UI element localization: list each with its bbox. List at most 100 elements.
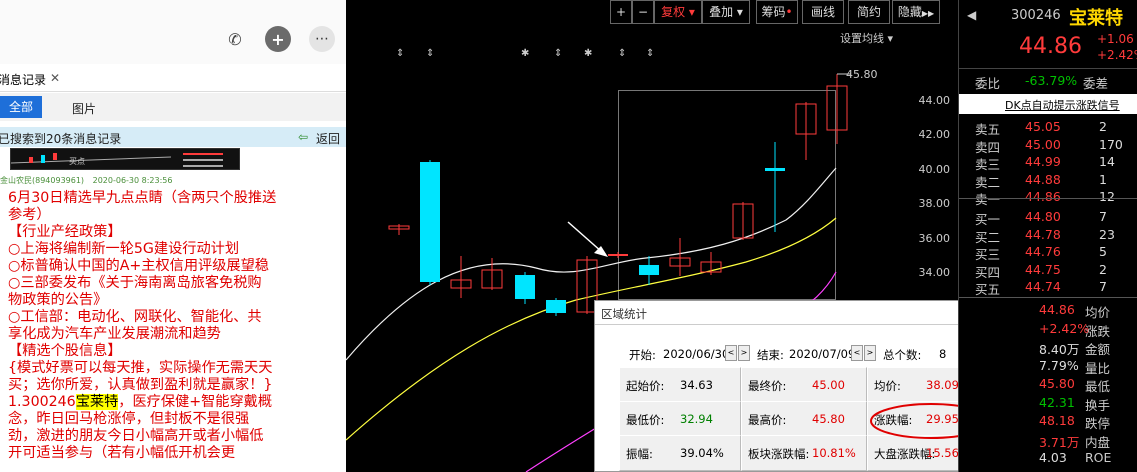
quote-stat-value: 4.03: [1039, 450, 1067, 465]
book-volume: 1: [1099, 171, 1107, 187]
book-volume: 2: [1099, 261, 1107, 277]
candle-4: [481, 258, 503, 290]
end-next-button[interactable]: >: [864, 345, 876, 361]
stock-name: 宝莱特: [1069, 8, 1123, 29]
dk-signal-link[interactable]: DK点自动提示涨跌信号: [1005, 97, 1120, 113]
quote-stat-row: +2.42% 涨跌: [959, 320, 1137, 339]
app-window: ✆ + ⋯ 消息记录 ✕ 全部 图片 已搜索到20条消息记录 ⇦ 返回 买点 金…: [0, 0, 1137, 472]
order-book-row[interactable]: 卖五 45.05 2: [959, 119, 1137, 137]
stat-value: 10.81%: [812, 446, 856, 460]
thumbnail-label: 买点: [69, 157, 85, 166]
start-prev-button[interactable]: <: [725, 345, 737, 361]
book-volume: 7: [1099, 209, 1107, 224]
count-label: 总个数:: [883, 348, 922, 362]
stat-value: 45.80: [812, 412, 845, 426]
message-line: ○上海将编制新一轮5G建设行动计划: [8, 241, 240, 257]
stat-key: 板块涨跌幅:: [748, 447, 810, 461]
dialog-title: 区域统计: [601, 307, 647, 321]
book-label: 买二: [975, 229, 1001, 245]
order-book-row[interactable]: 买五 44.74 7: [959, 279, 1137, 297]
book-label: 卖四: [975, 139, 1001, 155]
quote-stat-value: 48.18: [1039, 413, 1075, 428]
start-label: 开始:: [629, 348, 656, 362]
weibi-label: 委比: [975, 76, 1001, 91]
candle-15: [826, 74, 848, 144]
weibi-value: -63.79%: [1025, 73, 1078, 88]
message-line: ○标普确认中国的A+主权信用评级展望稳: [8, 258, 269, 274]
quote-stat-value: 8.40万: [1039, 342, 1080, 357]
quote-stat-value: +2.42%: [1039, 320, 1090, 336]
message-line: 物政策的公告》: [8, 292, 108, 308]
stat-value: 32.94: [680, 412, 713, 426]
stat-value: 38.09: [926, 378, 959, 392]
book-price: 44.99: [1025, 154, 1061, 169]
phone-icon[interactable]: ✆: [222, 26, 248, 52]
book-label: 买三: [975, 247, 1001, 262]
order-book-row[interactable]: 卖一 44.86 12: [959, 189, 1137, 207]
order-book-row[interactable]: 买三 44.76 5: [959, 244, 1137, 262]
book-price: 44.75: [1025, 261, 1061, 277]
quote-stat-key: 涨跌: [1085, 323, 1111, 339]
prev-stock-icon[interactable]: ◀: [967, 8, 976, 22]
stat-key: 均价:: [874, 379, 901, 393]
book-price: 45.00: [1025, 136, 1061, 152]
message-line: 参考）: [8, 207, 51, 223]
chat-history-panel: ✆ + ⋯ 消息记录 ✕ 全部 图片 已搜索到20条消息记录 ⇦ 返回 买点 金…: [0, 0, 346, 472]
stat-key: 最低价:: [626, 413, 665, 427]
stat-key: 起始价:: [626, 379, 665, 393]
weicha-label: 委差: [1083, 76, 1109, 91]
book-price: 44.78: [1025, 226, 1061, 242]
price-change: +1.06: [1097, 32, 1134, 46]
book-price: 44.86: [1025, 189, 1061, 204]
end-prev-button[interactable]: <: [851, 345, 863, 361]
filter-all-button[interactable]: 全部: [0, 96, 42, 118]
candle-1: [388, 224, 410, 235]
back-link[interactable]: 返回: [316, 130, 340, 147]
message-line: 6月30日精选早九点点睛（含两只个股推送: [8, 190, 277, 206]
quote-stat-key: 最低: [1085, 379, 1111, 394]
quote-stat-value: 45.80: [1039, 376, 1075, 391]
book-label: 卖三: [975, 157, 1001, 172]
order-book-row[interactable]: 卖四 45.00 170: [959, 136, 1137, 155]
book-volume: 2: [1099, 119, 1107, 134]
message-time: 2020-06-30 8:23:56: [92, 176, 173, 185]
order-book-row[interactable]: 卖三 44.99 14: [959, 154, 1137, 172]
candle-13: [765, 142, 785, 232]
candle-5: [515, 272, 535, 304]
quote-stat-row: 3.71万 内盘: [959, 432, 1137, 450]
stat-value: 34.63: [680, 378, 713, 392]
book-price: 45.05: [1025, 119, 1061, 134]
chart-thumbnail[interactable]: 买点: [10, 148, 240, 170]
message-meta: 金山农民(894093961) 2020-06-30 8:23:56: [0, 175, 172, 186]
filter-images-button[interactable]: 图片: [72, 100, 96, 117]
book-label: 买一: [975, 212, 1001, 227]
dk-signal-bar[interactable]: DK点自动提示涨跌信号: [959, 94, 1137, 114]
quote-stat-row: 8.40万 金额: [959, 339, 1137, 357]
chat-toolbar: ✆ + ⋯: [0, 0, 346, 64]
close-icon[interactable]: ✕: [50, 71, 60, 85]
add-icon[interactable]: +: [265, 26, 291, 52]
stat-cell: 板块涨跌幅: 10.81%: [741, 435, 867, 471]
divider: [959, 68, 1137, 69]
order-book-row[interactable]: 买一 44.80 7: [959, 209, 1137, 227]
message-record-tab[interactable]: 消息记录 ✕: [0, 64, 346, 92]
candle-2: [420, 160, 440, 285]
quote-panel: ◀ 300246 宝莱特 44.86 +1.06 +2.42% 委比 -63.7…: [958, 0, 1137, 472]
more-icon[interactable]: ⋯: [309, 26, 335, 52]
order-book-row[interactable]: 卖二 44.88 1: [959, 171, 1137, 190]
order-book-row[interactable]: 买四 44.75 2: [959, 261, 1137, 280]
stat-cell: 振幅: 39.04%: [619, 435, 741, 471]
start-date: 2020/06/30: [663, 347, 730, 361]
quote-stat-row: 45.80 最低: [959, 376, 1137, 394]
back-arrow-icon[interactable]: ⇦: [298, 130, 308, 144]
stat-cell: 最低价: 32.94: [619, 401, 741, 437]
start-next-button[interactable]: >: [738, 345, 750, 361]
candle-12: [732, 202, 754, 240]
book-volume: 14: [1099, 154, 1115, 169]
order-book-row[interactable]: 买二 44.78 23: [959, 226, 1137, 245]
message-line: ○工信部：电动化、网联化、智能化、共: [8, 309, 262, 325]
stat-cell: 起始价: 34.63: [619, 367, 741, 403]
message-line: 【行业产经政策】: [8, 224, 122, 240]
stock-name-highlight: 宝莱特: [75, 394, 119, 410]
quote-stat-row: 7.79% 量比: [959, 358, 1137, 376]
